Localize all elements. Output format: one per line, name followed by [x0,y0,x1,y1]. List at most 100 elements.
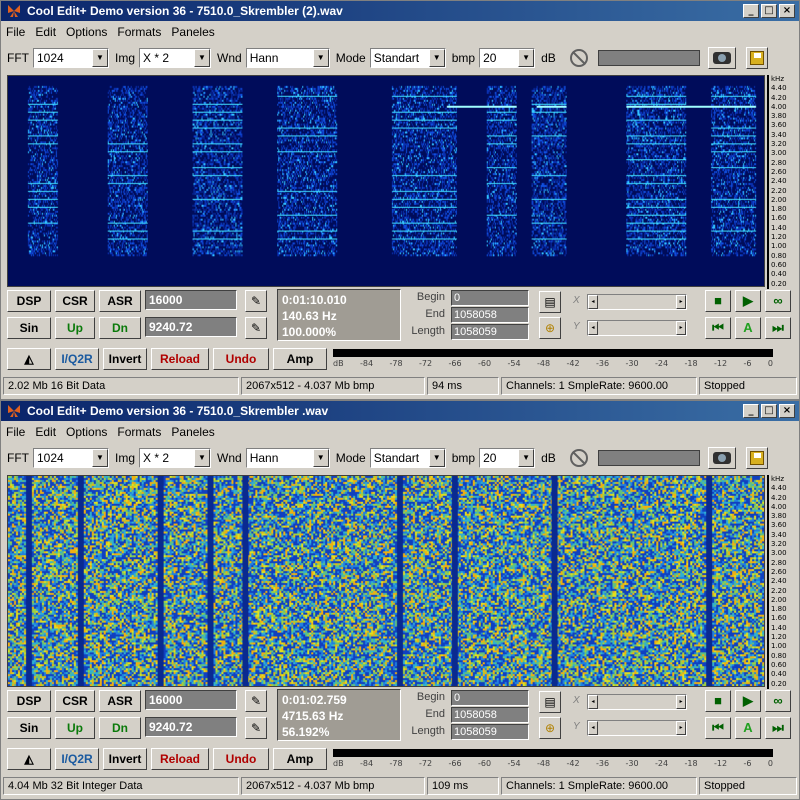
menu-file[interactable]: File [1,25,30,39]
chevron-down-icon[interactable]: ▼ [428,49,445,67]
menu-formats[interactable]: Formats [112,25,166,39]
reload-button[interactable]: Reload [151,348,209,370]
invert-button[interactable]: Invert [103,748,147,770]
chevron-down-icon[interactable]: ▼ [92,49,108,67]
stop-icon[interactable]: ■ [705,290,731,312]
play-icon[interactable]: ▶ [735,690,761,712]
minimize-button[interactable]: _ [743,4,759,18]
iq-button[interactable]: I/Q2R [55,348,99,370]
snapshot-button[interactable] [707,447,736,469]
loop-icon[interactable]: ∞ [765,690,791,712]
skip-forward-icon[interactable]: ⏭ [765,717,791,739]
dn-button[interactable]: Dn [99,317,141,339]
length-field[interactable]: 1058059 [451,724,529,740]
sin-button[interactable]: Sin [7,717,51,739]
chevron-down-icon[interactable]: ▼ [518,449,535,467]
a-marker-icon[interactable]: A [735,317,761,339]
close-button[interactable]: × [779,4,795,18]
menu-edit[interactable]: Edit [30,425,61,439]
no-sign-icon[interactable] [569,449,588,467]
spectrum-button[interactable]: ◭ [7,348,51,370]
slider-left-arrow[interactable]: ◂ [588,695,598,709]
slider-right-arrow[interactable]: ▸ [676,695,686,709]
csr-button[interactable]: CSR [55,290,95,312]
slider-left-arrow[interactable]: ◂ [588,321,598,335]
title-bar[interactable]: Cool Edit+ Demo version 36 - 7510.0_Skre… [1,1,799,21]
img-select[interactable]: X * 2 ▼ [139,448,212,468]
up-button[interactable]: Up [55,317,95,339]
chevron-down-icon[interactable]: ▼ [312,49,329,67]
dsp-button[interactable]: DSP [7,290,51,312]
csr-button[interactable]: CSR [55,690,95,712]
close-button[interactable]: × [779,404,795,418]
slider-left-arrow[interactable]: ◂ [588,295,598,309]
freq-field[interactable]: 9240.72 [145,717,237,737]
eyedropper-icon[interactable]: ✎ [245,690,267,712]
spectrum-button[interactable]: ◭ [7,748,51,770]
menu-paneles[interactable]: Paneles [166,25,219,39]
chevron-down-icon[interactable]: ▼ [92,449,108,467]
y-zoom-slider[interactable]: ◂ ▸ [587,720,687,736]
menu-edit[interactable]: Edit [30,25,61,39]
chevron-down-icon[interactable]: ▼ [428,449,445,467]
eyedropper-icon[interactable]: ✎ [245,290,267,312]
asr-button[interactable]: ASR [99,290,141,312]
loop-icon[interactable]: ∞ [765,290,791,312]
invert-button[interactable]: Invert [103,348,147,370]
undo-button[interactable]: Undo [213,748,269,770]
title-bar[interactable]: Cool Edit+ Demo version 36 - 7510.0_Skre… [1,401,799,421]
slider-right-arrow[interactable]: ▸ [676,721,686,735]
maximize-button[interactable]: □ [761,4,777,18]
spectrogram[interactable] [7,75,765,287]
sin-button[interactable]: Sin [7,317,51,339]
x-zoom-slider[interactable]: ◂ ▸ [587,294,687,310]
skip-back-icon[interactable]: ⏮ [705,717,731,739]
reload-button[interactable]: Reload [151,748,209,770]
chevron-down-icon[interactable]: ▼ [194,49,211,67]
end-field[interactable]: 1058058 [451,307,529,323]
dsp-button[interactable]: DSP [7,690,51,712]
maximize-button[interactable]: □ [761,404,777,418]
zoom-page-icon[interactable]: ▤ [539,291,561,313]
mode-select[interactable]: Standart ▼ [369,48,446,68]
magnifier-icon[interactable]: ⊕ [539,717,561,739]
iq-button[interactable]: I/Q2R [55,748,99,770]
end-field[interactable]: 1058058 [451,707,529,723]
menu-formats[interactable]: Formats [112,425,166,439]
save-button[interactable] [745,47,768,69]
skip-back-icon[interactable]: ⏮ [705,317,731,339]
asr-button[interactable]: ASR [99,690,141,712]
freq-field[interactable]: 9240.72 [145,317,237,337]
slider-left-arrow[interactable]: ◂ [588,721,598,735]
stop-icon[interactable]: ■ [705,690,731,712]
minimize-button[interactable]: _ [743,404,759,418]
menu-options[interactable]: Options [61,425,112,439]
eyedropper-icon[interactable]: ✎ [245,717,267,739]
img-select[interactable]: X * 2 ▼ [139,48,212,68]
rate-field[interactable]: 16000 [145,690,237,710]
zoom-page-icon[interactable]: ▤ [539,691,561,713]
undo-button[interactable]: Undo [213,348,269,370]
menu-file[interactable]: File [1,425,30,439]
magnifier-icon[interactable]: ⊕ [539,317,561,339]
menu-options[interactable]: Options [61,25,112,39]
slider-right-arrow[interactable]: ▸ [676,321,686,335]
chevron-down-icon[interactable]: ▼ [312,449,329,467]
begin-field[interactable]: 0 [451,290,529,306]
y-zoom-slider[interactable]: ◂ ▸ [587,320,687,336]
wnd-select[interactable]: Hann ▼ [245,48,330,68]
dn-button[interactable]: Dn [99,717,141,739]
up-button[interactable]: Up [55,717,95,739]
rate-field[interactable]: 16000 [145,290,237,310]
bmp-select[interactable]: 20 ▼ [479,448,536,468]
menu-paneles[interactable]: Paneles [166,425,219,439]
x-zoom-slider[interactable]: ◂ ▸ [587,694,687,710]
bmp-select[interactable]: 20 ▼ [479,48,536,68]
slider-right-arrow[interactable]: ▸ [676,295,686,309]
fft-select[interactable]: 1024 ▼ [33,448,109,468]
eyedropper-icon[interactable]: ✎ [245,317,267,339]
snapshot-button[interactable] [707,47,736,69]
length-field[interactable]: 1058059 [451,324,529,340]
play-icon[interactable]: ▶ [735,290,761,312]
chevron-down-icon[interactable]: ▼ [518,49,535,67]
